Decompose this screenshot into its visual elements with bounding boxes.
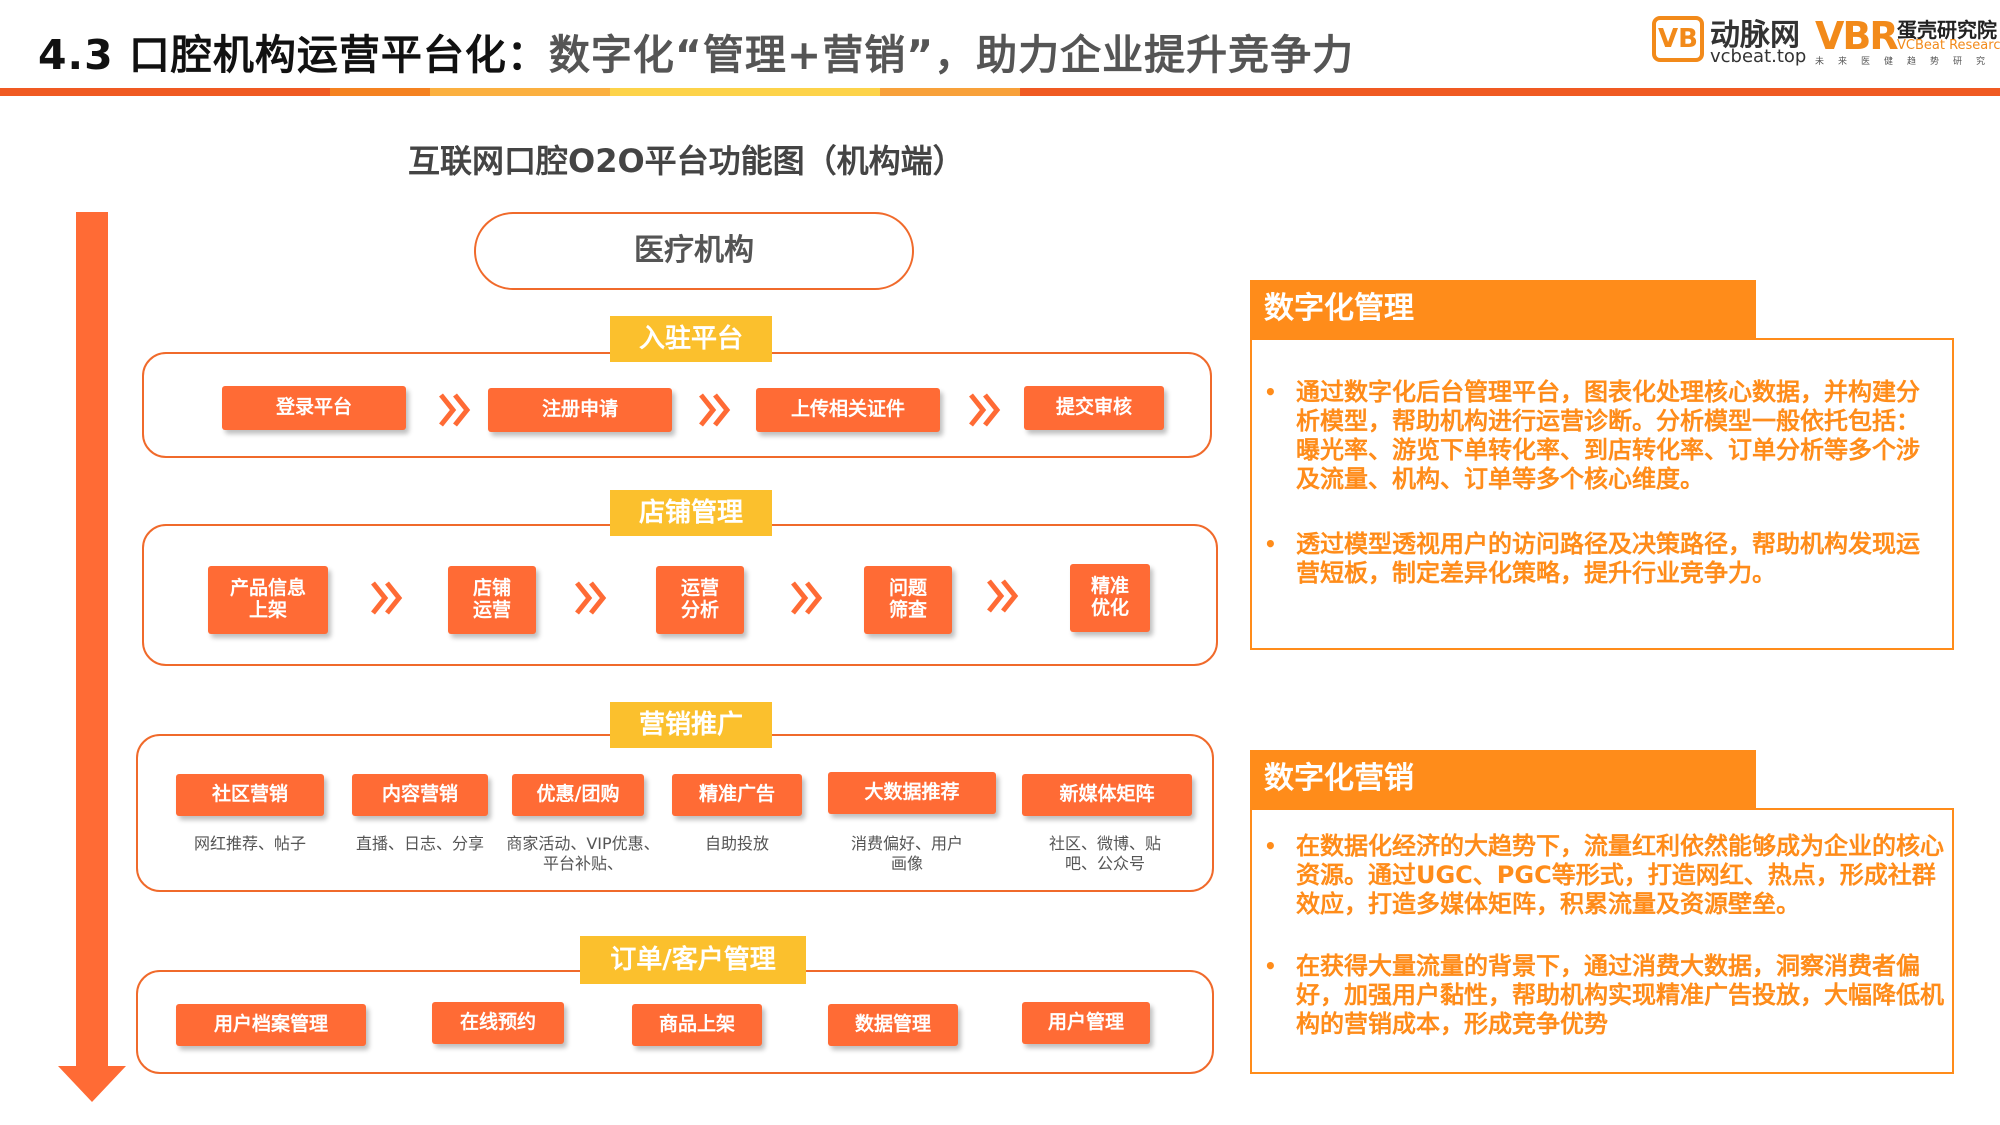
diagram-title: 互联网口腔O2O平台功能图（机构端）: [408, 142, 965, 180]
bullet-dot-icon: •: [1264, 954, 1277, 978]
step-analysis: 运营 分析: [656, 566, 744, 634]
header-bar-segment: [0, 88, 330, 96]
mkt-caption: 商家活动、VIP优惠、 平台补贴、: [506, 834, 660, 873]
bullet-dot-icon: •: [1264, 380, 1277, 404]
bullet-item: • 通过数字化后台管理平台，图表化处理核心数据，并构建分析模型，帮助机构进行运营…: [1264, 378, 1934, 494]
bullet-text: 在获得大量流量的背景下，通过消费大数据，洞察消费者偏好，加强用户黏性，帮助机构实…: [1296, 952, 1944, 1038]
header-bar-segment: [1020, 88, 2000, 96]
header-bar-segment: [430, 88, 610, 96]
header-bar-segment: [880, 88, 1020, 96]
vbr-english-name: VCBeat Research: [1897, 38, 2000, 53]
double-chevron-right-icon: [987, 579, 1019, 613]
double-chevron-right-icon: [575, 581, 607, 615]
section-label-orders: 订单/客户管理: [580, 936, 806, 984]
double-chevron-right-icon: [371, 581, 403, 615]
order-user-mgmt: 用户管理: [1022, 1002, 1150, 1044]
step-register: 注册申请: [488, 388, 672, 432]
header-bar-segment: [610, 88, 880, 96]
step-upload: 上传相关证件: [756, 388, 940, 432]
double-chevron-right-icon: [969, 393, 1001, 427]
page-title: 4.3 口腔机构运营平台化：数字化“管理+营销”，助力企业提升竞争力: [38, 22, 1354, 88]
panel-title-marketing: 数字化营销: [1250, 750, 1756, 808]
vcbeat-url: vcbeat.top: [1710, 46, 1807, 67]
org-node: 医疗机构: [474, 212, 914, 290]
bullet-text: 在数据化经济的大趋势下，流量红利依然能够成为企业的核心资源。通过UGC、PGC等…: [1296, 832, 1944, 918]
section-label-store: 店铺管理: [610, 490, 772, 536]
mkt-caption: 自助投放: [704, 834, 769, 853]
step-login: 登录平台: [222, 386, 406, 430]
panel-title-management: 数字化管理: [1250, 280, 1756, 338]
double-chevron-right-icon: [791, 581, 823, 615]
page-title-suffix: 数字化“管理+营销”，助力企业提升竞争力: [548, 31, 1355, 79]
bullet-dot-icon: •: [1264, 834, 1277, 858]
mkt-caption: 网红推荐、帖子: [193, 834, 306, 853]
mkt-bigdata: 大数据推荐: [828, 772, 996, 814]
double-chevron-right-icon: [699, 393, 731, 427]
mkt-caption: 消费偏好、用户 画像: [850, 834, 963, 873]
vcbeat-logo-icon: VB: [1652, 16, 1704, 62]
step-screening: 问题 筛查: [864, 566, 952, 634]
order-user-files: 用户档案管理: [176, 1004, 366, 1046]
double-chevron-right-icon: [439, 393, 471, 427]
order-product-listing: 商品上架: [632, 1004, 762, 1046]
mkt-community: 社区营销: [176, 774, 324, 816]
section-label-onboarding: 入驻平台: [610, 316, 772, 362]
page-title-prefix: 4.3 口腔机构运营平台化：: [38, 31, 549, 79]
bullet-dot-icon: •: [1264, 532, 1277, 556]
timeline-arrow-shaft: [76, 212, 108, 1070]
mkt-ads: 精准广告: [672, 774, 802, 816]
bullet-item: • 在获得大量流量的背景下，通过消费大数据，洞察消费者偏好，加强用户黏性，帮助机…: [1264, 952, 1944, 1039]
mkt-caption: 社区、微博、贴 吧、公众号: [1048, 834, 1161, 873]
vbr-logo-icon: VBR: [1815, 14, 1899, 58]
header-bar-segment: [330, 88, 430, 96]
bullet-item: • 透过模型透视用户的访问路径及决策路径，帮助机构发现运营短板，制定差异化策略，…: [1264, 530, 1934, 588]
mkt-content: 内容营销: [352, 774, 488, 816]
bullet-text: 通过数字化后台管理平台，图表化处理核心数据，并构建分析模型，帮助机构进行运营诊断…: [1296, 378, 1920, 493]
down-arrow-icon: [58, 1066, 126, 1102]
mkt-caption: 直播、日志、分享: [355, 834, 484, 853]
header-color-bar: [0, 88, 2000, 96]
bullet-text: 透过模型透视用户的访问路径及决策路径，帮助机构发现运营短板，制定差异化策略，提升…: [1296, 530, 1920, 587]
mkt-discount: 优惠/团购: [512, 774, 644, 816]
step-product: 产品信息 上架: [208, 566, 328, 634]
step-store-ops: 店铺 运营: [448, 566, 536, 634]
mkt-newmedia: 新媒体矩阵: [1022, 774, 1192, 816]
order-booking: 在线预约: [432, 1002, 564, 1044]
section-label-marketing: 营销推广: [610, 702, 772, 748]
vbr-subtitle: 未来医健趋势研究: [1815, 57, 2000, 67]
step-submit: 提交审核: [1024, 386, 1164, 430]
bullet-item: • 在数据化经济的大趋势下，流量红利依然能够成为企业的核心资源。通过UGC、PG…: [1264, 832, 1944, 919]
order-data-mgmt: 数据管理: [828, 1004, 958, 1046]
step-optimize: 精准 优化: [1070, 564, 1150, 632]
